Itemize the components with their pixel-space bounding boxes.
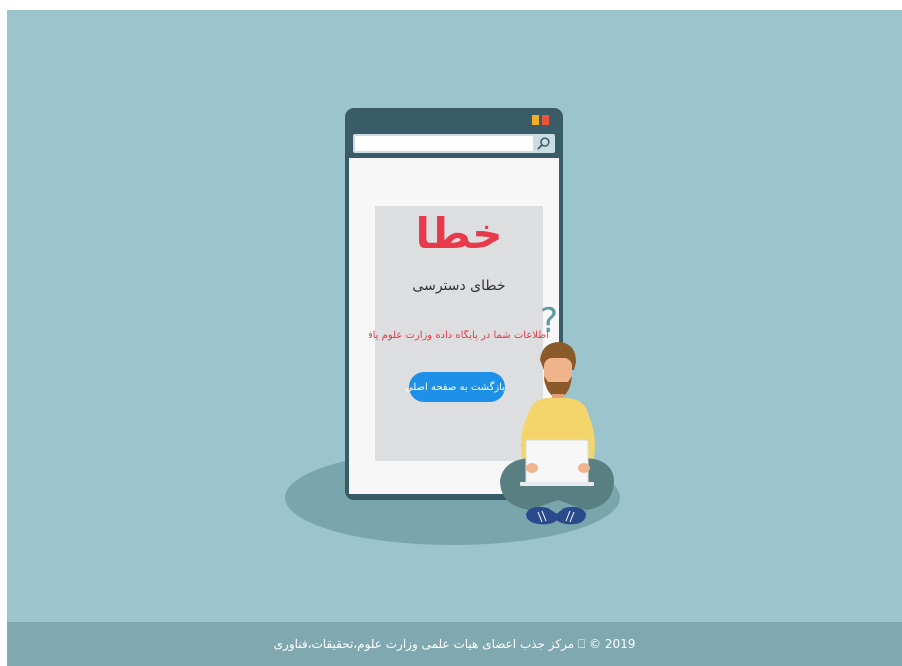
laptop-base <box>520 482 594 486</box>
window-button-red <box>542 115 549 125</box>
person-illustration: ? <box>500 301 614 525</box>
footer: 2019 © ⎕ مرکز جذب اعضای هیات علمی وزارت … <box>7 622 902 666</box>
window-button-yellow <box>532 115 539 125</box>
person-hand-left <box>526 463 538 473</box>
search-input[interactable] <box>355 136 533 151</box>
footer-copyright: 2019 © ⎕ مرکز جذب اعضای هیات علمی وزارت … <box>273 636 636 651</box>
person-hand-right <box>578 463 590 473</box>
laptop <box>525 439 589 485</box>
error-title: خطا <box>415 209 503 258</box>
question-mark-icon: ? <box>540 301 558 341</box>
search-bar <box>353 134 555 153</box>
search-icon[interactable] <box>536 136 551 151</box>
